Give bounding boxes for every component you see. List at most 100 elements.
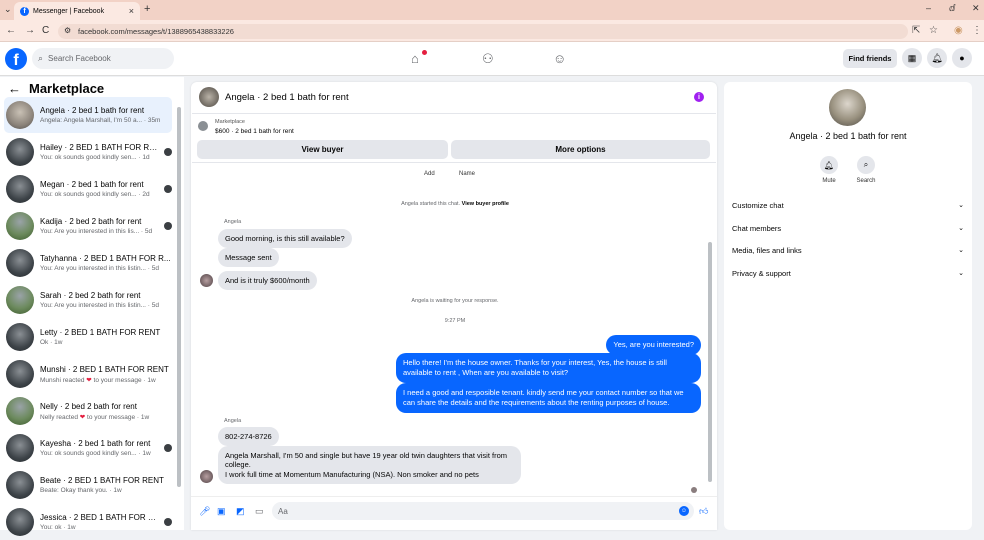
message-input[interactable]: Aa: [272, 502, 694, 520]
mute-label: Mute: [822, 178, 836, 184]
conversation-preview: Beate: Okay thank you. · 1w: [40, 487, 122, 494]
message-bubble-incoming: Message sent: [218, 248, 279, 268]
conversation-name: Sarah · 2 bed 2 bath for rent: [40, 291, 141, 300]
add-label[interactable]: Add: [424, 171, 435, 177]
find-friends-button[interactable]: Find friends: [843, 49, 897, 68]
site-settings-icon[interactable]: ⚙: [64, 26, 71, 35]
conversation-avatar: [6, 212, 34, 240]
conversation-text: Megan · 2 bed 1 bath for rent You: ok sou…: [40, 180, 160, 198]
facebook-search-input[interactable]: ⌕ Search Facebook: [32, 48, 174, 69]
more-options-button[interactable]: More options: [451, 140, 710, 159]
conversation-text: Jessica · 2 BED 1 BATH FOR RE... You: ok …: [40, 513, 160, 531]
conversation-item[interactable]: Kadija · 2 bed 2 bath for rent You: Are y…: [4, 208, 172, 244]
details-section-item[interactable]: Chat members ⌄: [732, 224, 964, 233]
conversation-avatar: [6, 360, 34, 388]
gif-icon[interactable]: ▭: [255, 506, 264, 517]
conversation-preview: You: Are you interested in this listin..…: [40, 265, 159, 272]
conversation-preview: Nelly reacted ❤ to your message · 1w: [40, 413, 150, 421]
microphone-icon[interactable]: 🎤︎: [199, 506, 210, 517]
conversation-item[interactable]: Munshi · 2 BED 1 BATH FOR RENT Munshi rea…: [4, 356, 172, 392]
conversation-preview: You: ok sounds good kindly sen... · 2d: [40, 191, 150, 198]
conversation-name: Hailey · 2 BED 1 BATH FOR RE...: [40, 143, 160, 152]
conversation-item[interactable]: Angela · 2 bed 1 bath for rent Angela: An…: [4, 97, 172, 133]
details-section-item[interactable]: Customize chat ⌄: [732, 201, 964, 210]
sender-name: Angela: [224, 418, 242, 424]
view-buyer-profile-link[interactable]: View buyer profile: [462, 201, 509, 207]
conversation-preview: You: Are you interested in this lis... ·…: [40, 228, 153, 235]
back-button[interactable]: ←: [6, 25, 16, 36]
conversation-name: Letty · 2 BED 1 BATH FOR RENT: [40, 328, 161, 337]
conversation-name: Jessica · 2 BED 1 BATH FOR RE...: [40, 513, 160, 522]
url-field[interactable]: ⚙ facebook.com/messages/t/13889654388332…: [58, 24, 908, 39]
window-close-button[interactable]: ✕: [972, 3, 980, 14]
sticker-icon[interactable]: ◩: [236, 506, 245, 517]
back-arrow-icon[interactable]: ←: [8, 81, 21, 96]
facebook-logo-icon[interactable]: f: [5, 48, 27, 70]
message-bubble-incoming: Good morning, is this still available?: [218, 229, 352, 249]
profile-icon[interactable]: ◉: [954, 25, 963, 36]
search-label: Search: [856, 178, 876, 184]
conversation-name: Angela · 2 bed 1 bath for rent: [40, 106, 145, 115]
chat-scrollbar[interactable]: [708, 170, 713, 490]
restore-button[interactable]: ⅆ: [949, 3, 955, 14]
install-app-icon[interactable]: ⇱: [912, 25, 920, 36]
forward-button[interactable]: →: [25, 25, 35, 36]
conversation-preview: You: ok sounds good kindly sen... · 1w: [40, 450, 151, 457]
conversation-item[interactable]: Hailey · 2 BED 1 BATH FOR RE... You: ok s…: [4, 134, 172, 170]
conversation-name: Tatyhanna · 2 BED 1 BATH FOR R...: [40, 254, 171, 263]
listing-price[interactable]: $600 · 2 bed 1 bath for rent: [215, 128, 294, 135]
conversation-avatar: [6, 138, 34, 166]
chevron-down-icon: ⌄: [958, 270, 964, 277]
minimize-button[interactable]: –: [926, 3, 931, 13]
friends-icon[interactable]: ⚇: [482, 51, 494, 67]
browser-menu-icon[interactable]: ⋮: [972, 25, 982, 36]
conversation-item[interactable]: Beate · 2 BED 1 BATH FOR RENT Beate: Okay…: [4, 467, 172, 503]
reload-button[interactable]: C: [42, 25, 49, 36]
bookmark-star-icon[interactable]: ☆: [929, 25, 938, 36]
conversation-item[interactable]: Megan · 2 bed 1 bath for rent You: ok sou…: [4, 171, 172, 207]
conversation-name: Kadija · 2 bed 2 bath for rent: [40, 217, 142, 226]
chat-header[interactable]: Angela · 2 bed 1 bath for rent: [199, 87, 349, 107]
timestamp: 9:27 PM: [444, 318, 466, 324]
sender-avatar: [200, 470, 213, 483]
tab-close-icon[interactable]: ×: [129, 6, 134, 16]
conversation-preview: You: ok sounds good kindly sen... · 1d: [40, 154, 150, 161]
groups-icon[interactable]: ☺: [553, 51, 566, 66]
notifications-bell-icon[interactable]: 🔔︎: [927, 48, 947, 68]
tab-search-icon[interactable]: ⌄: [4, 4, 12, 15]
photo-icon[interactable]: ▣: [217, 506, 226, 517]
details-section-item[interactable]: Privacy & support ⌄: [732, 269, 964, 278]
chevron-down-icon: ⌄: [958, 202, 964, 209]
conversation-name: Nelly · 2 bed 2 bath for rent: [40, 401, 137, 411]
new-tab-button[interactable]: +: [144, 3, 150, 15]
conversation-text: Kadija · 2 bed 2 bath for rent You: Are y…: [40, 217, 160, 235]
view-buyer-button[interactable]: View buyer: [197, 140, 448, 159]
sender-name: Angela: [224, 219, 242, 225]
info-icon[interactable]: i: [694, 92, 704, 102]
like-thumb-icon[interactable]: 👍︎: [699, 506, 708, 517]
conversation-item[interactable]: Jessica · 2 BED 1 BATH FOR RE... You: ok …: [4, 504, 172, 540]
conversation-avatar: [6, 508, 34, 536]
menu-grid-icon[interactable]: ▦: [902, 48, 922, 68]
details-section-item[interactable]: Media, files and links ⌄: [732, 246, 964, 255]
conversation-item[interactable]: Kayesha · 2 bed 1 bath for rent You: ok s…: [4, 430, 172, 466]
conversation-item[interactable]: Nelly · 2 bed 2 bath for rent Nelly react…: [4, 393, 172, 429]
chat-title: Angela · 2 bed 1 bath for rent: [225, 91, 349, 103]
read-receipt-avatar: [164, 518, 172, 526]
sidebar-scrollbar[interactable]: [177, 107, 181, 487]
name-label[interactable]: Name: [459, 171, 475, 177]
home-icon[interactable]: ⌂: [411, 51, 419, 66]
search-icon: ⌕: [38, 53, 44, 63]
mute-bell-icon[interactable]: 🔔︎: [820, 156, 838, 174]
conversation-item[interactable]: Tatyhanna · 2 BED 1 BATH FOR R... You: Ar…: [4, 245, 172, 281]
conversation-text: Nelly · 2 bed 2 bath for rent Nelly react…: [40, 402, 172, 421]
conversation-details-panel: [724, 82, 972, 530]
emoji-icon[interactable]: ☺: [679, 506, 689, 516]
search-chat-icon[interactable]: ⌕: [857, 156, 875, 174]
conversation-item[interactable]: Letty · 2 BED 1 BATH FOR RENT Ok · 1w: [4, 319, 172, 355]
chat-scroll-thumb[interactable]: [708, 242, 712, 482]
account-avatar[interactable]: ●: [952, 48, 972, 68]
conversation-avatar: [6, 286, 34, 314]
conversation-item[interactable]: Sarah · 2 bed 2 bath for rent You: Are yo…: [4, 282, 172, 318]
browser-tab[interactable]: f Messenger | Facebook ×: [14, 2, 140, 20]
